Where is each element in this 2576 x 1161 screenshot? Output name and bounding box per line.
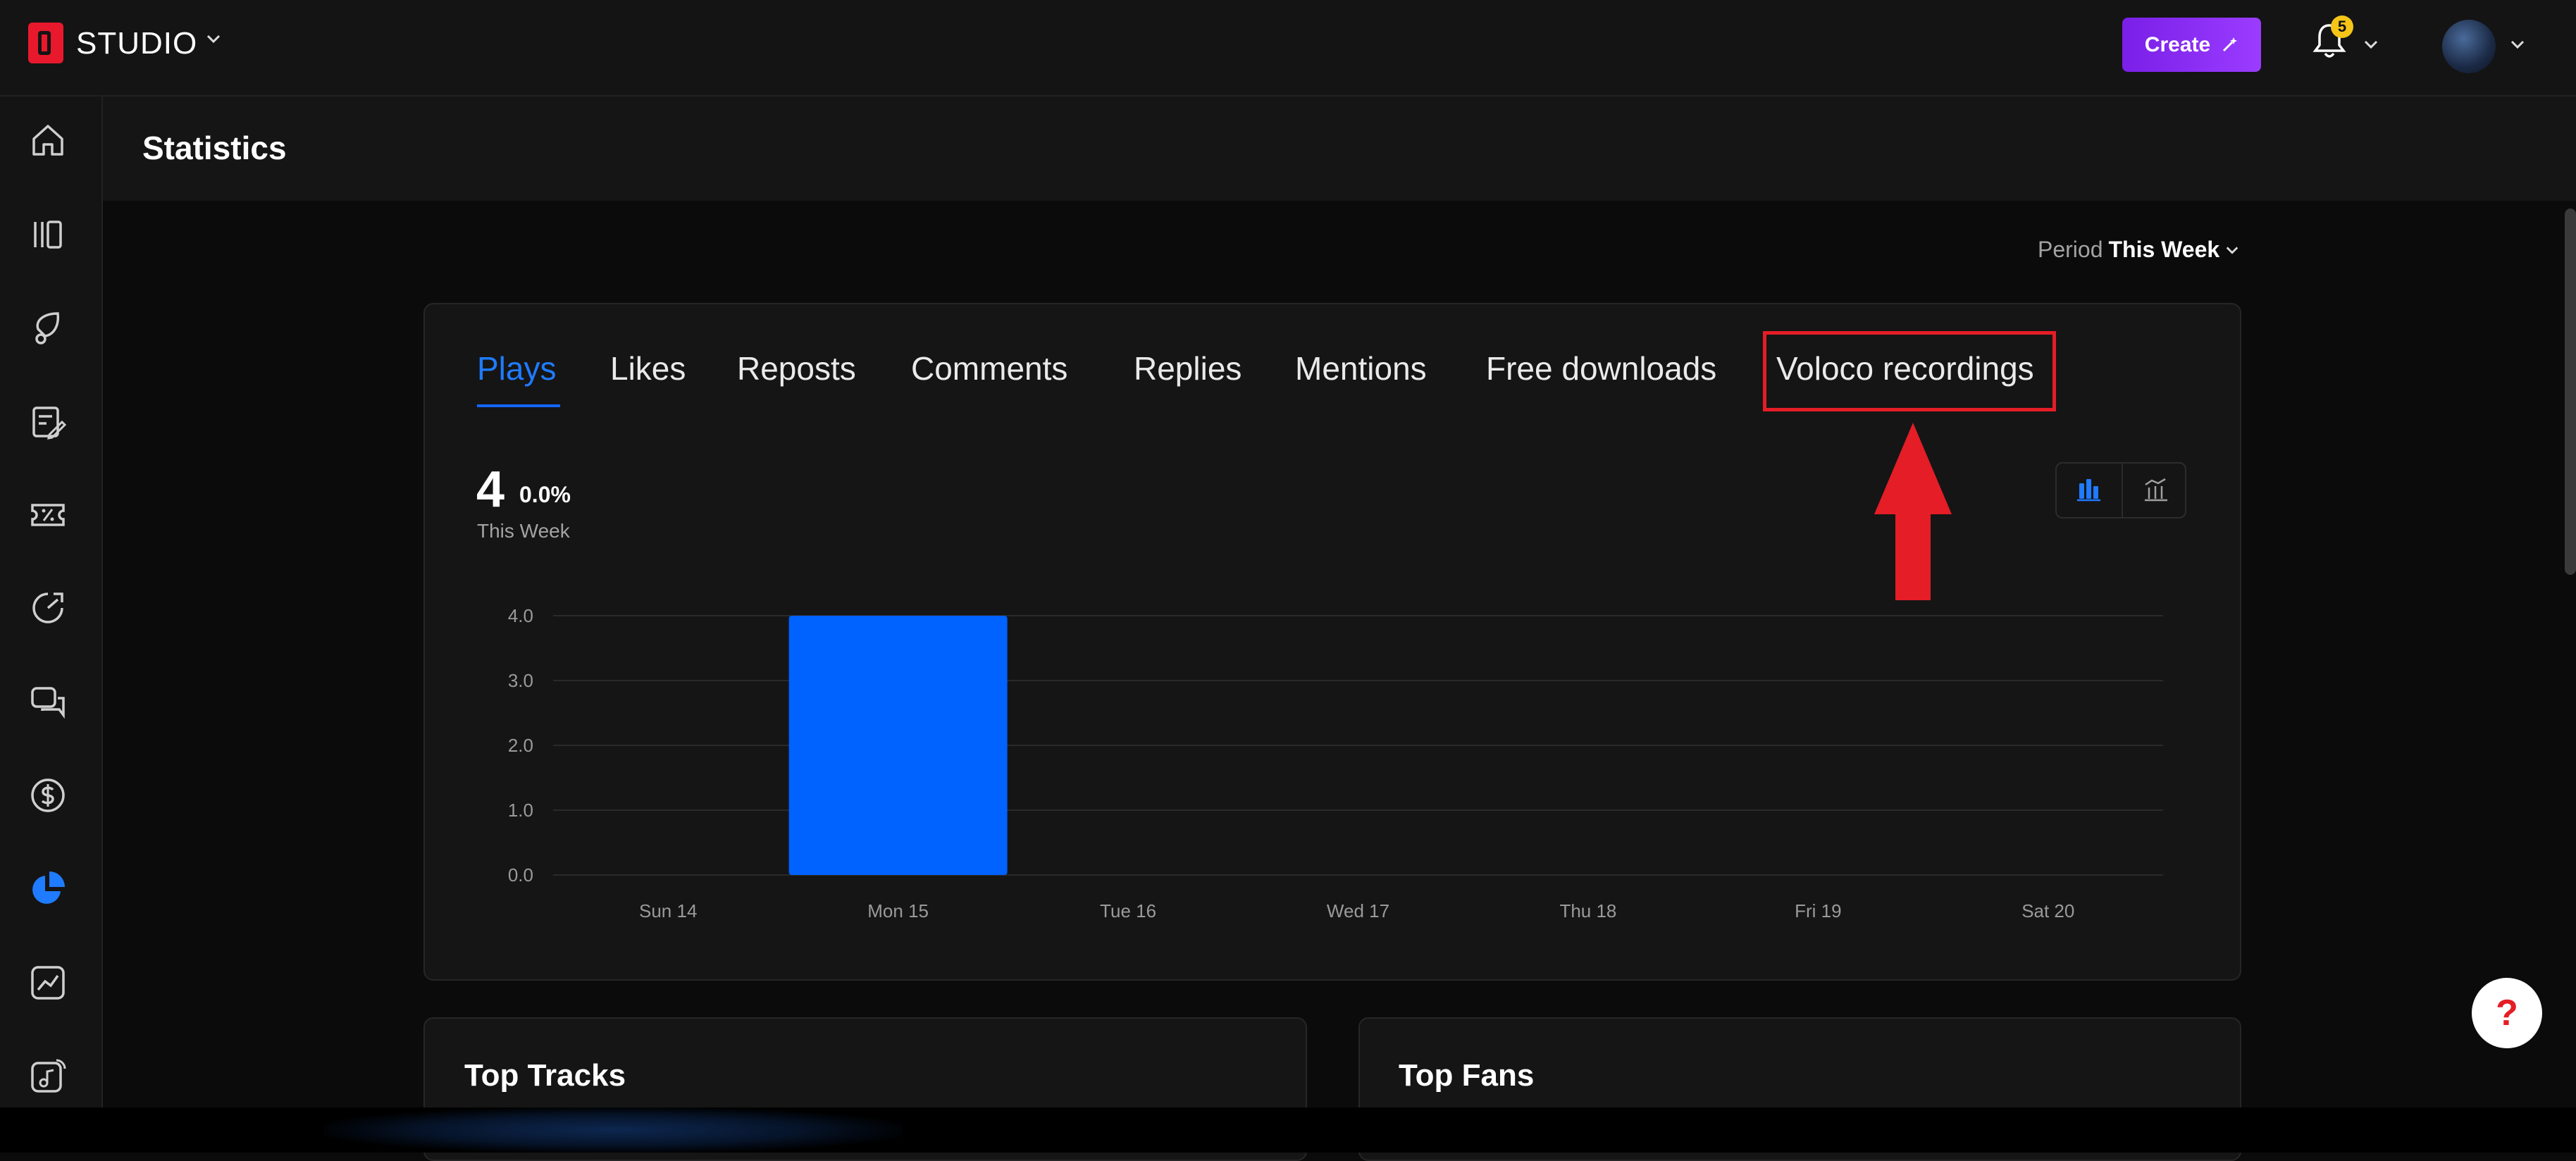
tab-reposts[interactable]: Reposts [737,349,856,387]
promote-icon[interactable] [28,308,68,347]
x-tick-label: Mon 15 [867,900,929,921]
period-selector[interactable]: Period This Week [2038,237,2239,263]
chevron-down-icon[interactable] [206,31,221,46]
create-button[interactable]: Create [2122,18,2261,72]
tab-plays[interactable]: Plays [477,349,556,387]
x-tick-label: Wed 17 [1327,900,1389,921]
tab-likes[interactable]: Likes [610,349,686,387]
highlight-box [1763,331,2056,411]
chevron-down-icon[interactable] [2363,37,2379,52]
chevron-down-icon [2226,246,2238,254]
line-chart-icon[interactable] [2135,471,2176,510]
tab-mentions[interactable]: Mentions [1295,349,1427,387]
y-tick-label: 4.0 [508,605,533,626]
notification-count-badge: 5 [2331,15,2353,38]
chevron-down-icon[interactable] [2510,37,2525,52]
page-header [103,97,2576,201]
y-tick-label: 3.0 [508,670,533,691]
y-tick-label: 1.0 [508,800,533,821]
top-fans-title: Top Fans [1399,1058,1535,1093]
pie-chart-icon[interactable] [28,869,68,908]
tab-replies[interactable]: Replies [1134,349,1241,387]
summary-period: This Week [477,520,570,542]
user-avatar[interactable] [2442,20,2496,73]
dollar-icon[interactable] [28,776,68,815]
toggle-divider [2122,464,2123,517]
audio-music-icon[interactable] [28,1056,68,1095]
x-tick-label: Tue 16 [1100,900,1156,921]
messages-icon[interactable] [28,683,68,722]
y-tick-label: 2.0 [508,735,533,756]
bar-mon-15[interactable] [788,616,1008,875]
red-arrow-up-icon [1874,423,1952,600]
summary-value: 4 [476,461,505,518]
period-value: This Week [2108,237,2220,262]
library-icon[interactable] [28,215,68,254]
home-icon[interactable] [28,120,68,160]
edit-notes-icon[interactable] [28,402,68,442]
summary-change: 0.0% [519,482,571,507]
help-button[interactable]: ? [2472,978,2542,1048]
sidebar [0,97,103,1107]
tab-free-downloads[interactable]: Free downloads [1486,349,1716,387]
trending-chart-icon[interactable] [28,963,68,1002]
discount-ticket-icon[interactable] [28,495,68,535]
x-tick-label: Fri 19 [1795,900,1841,921]
page-scrollbar[interactable] [2565,209,2576,575]
period-label: Period [2038,237,2103,262]
tab-comments[interactable]: Comments [911,349,1067,387]
speed-gauge-icon[interactable] [28,588,68,628]
magic-wand-icon [2223,37,2238,51]
plays-bar-chart: 0.0 1.0 2.0 3.0 4.0 Sun 14 Mon 15 Tue 16 Wed 17 T… [508,605,2163,921]
active-tab-indicator [477,404,560,407]
x-tick-label: Thu 18 [1559,900,1616,921]
studio-logo-icon[interactable] [28,23,63,63]
page-title: Statistics [142,130,287,166]
top-tracks-title: Top Tracks [464,1058,626,1093]
y-tick-label: 0.0 [508,864,533,886]
create-button-label: Create [2144,32,2211,56]
bottom-glow [324,1107,902,1153]
studio-brand-label[interactable]: STUDIO [76,24,197,63]
x-tick-label: Sat 20 [2021,900,2074,921]
bar-chart-icon[interactable] [2067,471,2110,510]
x-tick-label: Sun 14 [639,900,697,921]
